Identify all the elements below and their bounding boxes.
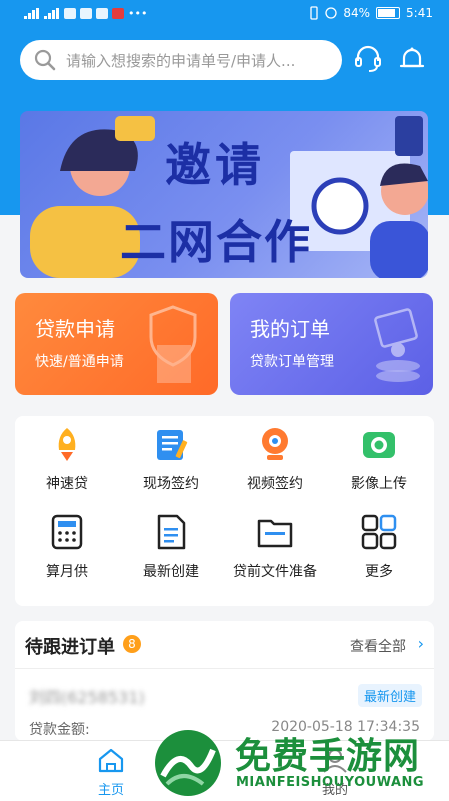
grid-label: 算月供 (46, 564, 88, 580)
my-orders-card[interactable]: 我的订单 贷款订单管理 (230, 293, 433, 395)
grid-label: 现场签约 (143, 476, 199, 492)
app-notification-icon (64, 8, 76, 19)
app-notification-icon (80, 8, 92, 19)
card-title: 我的订单 (250, 317, 330, 341)
feature-grid: 神速贷 现场签约 视频签约 影像上传 算月供 最新创建 贷前文件准备 更多 (15, 416, 434, 606)
battery-percent: 84% (343, 6, 371, 20)
search-icon (34, 49, 56, 71)
grid-item-video-signing[interactable]: 视频签约 (225, 426, 325, 493)
home-icon (98, 748, 124, 773)
document-stack-icon (374, 308, 420, 382)
bell-icon[interactable] (397, 44, 427, 74)
watermark: 免费手游网 MIANFEISHOUYOUWANG (150, 725, 449, 800)
pending-orders-panel: 待跟进订单 8 查看全部 › 刘四(6258531) 最新创建 贷款金额: 20… (15, 621, 434, 741)
document-icon (157, 514, 186, 550)
grid-label: 视频签约 (247, 476, 303, 492)
banner-title: 邀请 (165, 138, 265, 192)
rocket-icon (58, 428, 76, 461)
grid-icon (361, 514, 397, 550)
shield-icon (149, 305, 197, 383)
grid-item-preloan-documents[interactable]: 贷前文件准备 (225, 514, 325, 581)
promo-banner[interactable]: 邀请 二网合作 (20, 111, 428, 278)
grid-label: 贷前文件准备 (233, 564, 317, 580)
loan-application-card[interactable]: 贷款申请 快速/普通申请 (15, 293, 218, 395)
card-subtitle: 快速/普通申请 (35, 354, 124, 370)
webcam-icon (262, 428, 288, 460)
more-notifications-icon: ••• (128, 7, 148, 20)
camera-icon (363, 432, 395, 458)
tab-home[interactable]: 主页 (76, 747, 146, 798)
grid-label: 影像上传 (351, 476, 407, 492)
watermark-logo (155, 730, 221, 796)
count-badge: 8 (123, 635, 141, 653)
banner-subtitle: 二网合作 (120, 215, 312, 269)
view-all-link[interactable]: 查看全部 (350, 636, 406, 656)
signal-icon (24, 8, 39, 19)
grid-item-latest-created[interactable]: 最新创建 (121, 514, 221, 581)
app-notification-icon (96, 8, 108, 19)
grid-label: 神速贷 (46, 476, 88, 492)
watermark-subtitle: MIANFEISHOUYOUWANG (236, 775, 425, 790)
vibrate-icon (310, 6, 319, 20)
grid-label: 更多 (365, 564, 393, 580)
grid-item-image-upload[interactable]: 影像上传 (329, 426, 429, 493)
status-icons: ••• (24, 7, 147, 20)
section-title: 待跟进订单 (25, 637, 115, 658)
search-input[interactable]: 请输入想搜索的申请单号/申请人... (20, 40, 342, 80)
card-subtitle: 贷款订单管理 (250, 354, 334, 370)
customer-service-icon[interactable] (353, 44, 383, 74)
grid-item-onsite-signing[interactable]: 现场签约 (121, 426, 221, 493)
status-right: 84% 5:41 (309, 6, 433, 20)
card-title: 贷款申请 (35, 317, 115, 341)
order-applicant[interactable]: 刘四(6258531) (29, 684, 145, 708)
chevron-right-icon[interactable]: › (418, 634, 424, 653)
grid-item-more[interactable]: 更多 (329, 514, 429, 581)
battery-icon (376, 7, 401, 19)
tab-label: 主页 (97, 783, 124, 798)
grid-item-monthly-payment[interactable]: 算月供 (17, 514, 117, 581)
clock: 5:41 (406, 6, 433, 20)
folder-icon (257, 519, 293, 548)
calculator-icon (51, 514, 83, 550)
status-bar: ••• 84% 5:41 (0, 0, 449, 28)
alarm-icon (325, 7, 338, 19)
loan-amount-label: 贷款金额: (29, 722, 90, 738)
divider (15, 668, 434, 669)
clipboard-icon (157, 430, 188, 460)
app-notification-icon (112, 8, 124, 19)
signal-icon (44, 8, 59, 19)
grid-label: 最新创建 (143, 564, 199, 580)
grid-item-express-loan[interactable]: 神速贷 (17, 426, 117, 493)
status-badge: 最新创建 (357, 684, 422, 707)
watermark-title: 免费手游网 (235, 736, 421, 777)
search-placeholder: 请输入想搜索的申请单号/申请人... (66, 51, 296, 70)
